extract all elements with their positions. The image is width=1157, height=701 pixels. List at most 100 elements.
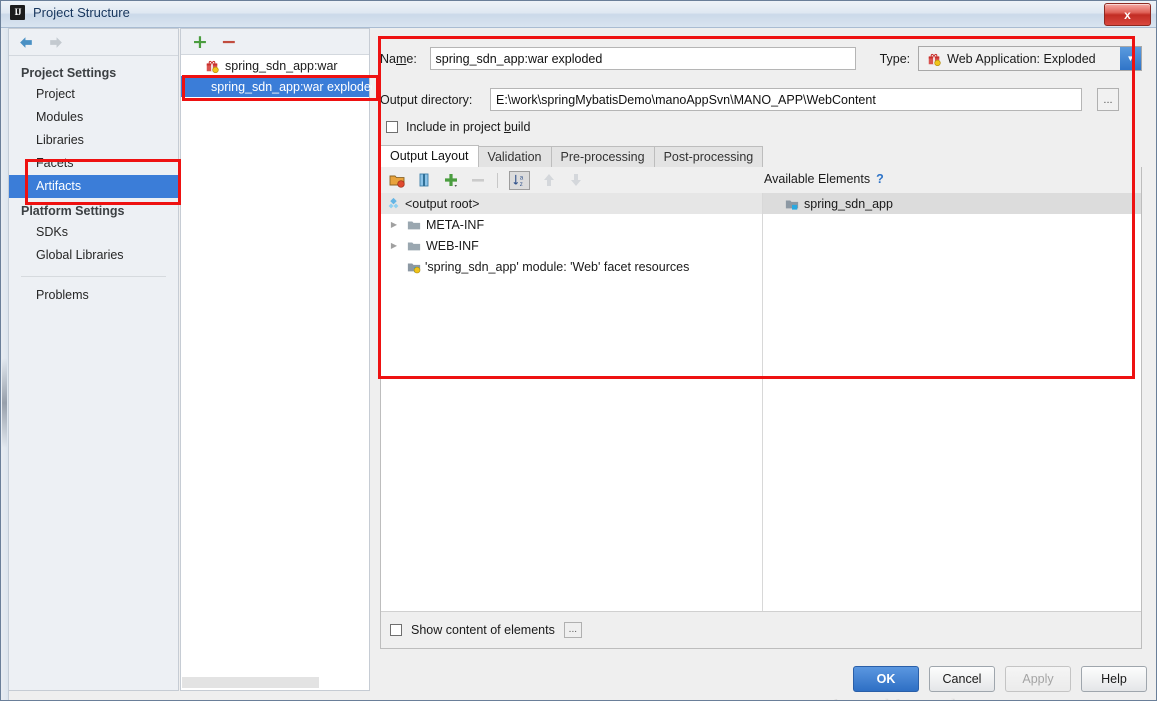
- tree-row-label: spring_sdn_app: [804, 196, 893, 211]
- output-directory-row: Output directory: E:\work\springMybatisD…: [380, 88, 1142, 111]
- chevron-right-icon[interactable]: ▶: [387, 241, 401, 250]
- intellij-idea-icon: IJ: [10, 5, 25, 20]
- show-content-label: Show content of elements: [411, 623, 555, 637]
- splitter-grip: [2, 358, 7, 448]
- detail-tabs: Output Layout Validation Pre-processing …: [380, 145, 764, 167]
- tree-row-label: 'spring_sdn_app' module: 'Web' facet res…: [425, 259, 690, 274]
- sidebar-item-project[interactable]: Project: [9, 83, 178, 106]
- show-content-options-button[interactable]: ...: [563, 622, 582, 638]
- sidebar-group-project-settings: Project Settings: [21, 66, 117, 80]
- artifact-type-combobox[interactable]: Web Application: Exploded ▼: [918, 46, 1143, 71]
- sidebar-item-sdks[interactable]: SDKs: [9, 221, 178, 244]
- output-root-icon: [388, 197, 399, 209]
- tab-body-wrap: a z Available Elements ? <output root> ▶…: [380, 167, 1142, 649]
- artifacts-list-panel: + − spring_sdn_app:war spring_sdn_app:wa…: [180, 28, 378, 691]
- folder-icon: [407, 242, 421, 250]
- output-layout-tab-body: a z Available Elements ? <output root> ▶…: [380, 167, 1142, 649]
- layout-panes: <output root> ▶ META-INF ▶ WEB-INF 'spri…: [381, 193, 1141, 648]
- dialog-content: Project Settings Project Modules Librari…: [1, 28, 1156, 700]
- web-application-exploded-icon: [928, 53, 941, 66]
- svg-text:z: z: [520, 181, 523, 188]
- ok-button[interactable]: OK: [853, 666, 919, 692]
- list-item-label: spring_sdn_app:war exploded: [211, 79, 378, 94]
- artifact-type-value: Web Application: Exploded: [947, 51, 1096, 66]
- title-bar-left: IJ Project Structure: [10, 5, 130, 20]
- chevron-right-icon[interactable]: ▶: [387, 220, 401, 229]
- artifact-name-input[interactable]: spring_sdn_app:war exploded: [429, 47, 856, 70]
- artifacts-horizontal-scrollbar[interactable]: [182, 676, 319, 689]
- browse-directory-button[interactable]: ...: [1097, 88, 1119, 111]
- sidebar-nav-bar: [9, 29, 178, 56]
- tab-pre-processing[interactable]: Pre-processing: [550, 146, 655, 167]
- settings-sidebar: Project Settings Project Modules Librari…: [9, 28, 179, 691]
- output-root-tree: <output root> ▶ META-INF ▶ WEB-INF 'spri…: [381, 193, 763, 648]
- sidebar-group-platform-settings: Platform Settings: [21, 204, 125, 218]
- window-title: Project Structure: [33, 5, 130, 20]
- toolbar-separator: [497, 172, 498, 188]
- name-row: Name: spring_sdn_app:war exploded Type: …: [380, 46, 1143, 71]
- title-bar: IJ Project Structure x: [1, 1, 1156, 28]
- apply-button: Apply: [1005, 666, 1071, 692]
- create-archive-icon[interactable]: [416, 172, 432, 188]
- sidebar-divider: [21, 276, 166, 277]
- tree-row-label: <output root>: [405, 196, 480, 211]
- scrollbar-thumb[interactable]: [182, 677, 319, 688]
- tree-row[interactable]: ▶ WEB-INF: [381, 235, 762, 256]
- help-button[interactable]: Help: [1081, 666, 1147, 692]
- list-item-label: spring_sdn_app:war: [225, 58, 338, 73]
- add-artifact-icon[interactable]: +: [192, 32, 208, 51]
- sort-alphabetically-icon[interactable]: a z: [509, 170, 530, 190]
- sidebar-item-libraries[interactable]: Libraries: [9, 129, 178, 152]
- forward-arrow-icon: [50, 36, 62, 48]
- output-directory-label: Output directory:: [380, 92, 473, 107]
- close-icon[interactable]: x: [1104, 3, 1151, 26]
- show-content-checkbox[interactable]: [390, 624, 402, 636]
- show-content-bar: Show content of elements ...: [381, 611, 1141, 648]
- create-directory-icon[interactable]: [389, 172, 405, 188]
- dialog-button-bar: OK Cancel Apply Help: [853, 666, 1147, 692]
- artifact-detail-panel: Name: spring_sdn_app:war exploded Type: …: [372, 28, 1147, 691]
- artifact-type-value-wrap: Web Application: Exploded: [919, 47, 1121, 70]
- war-artifact-icon: [206, 60, 219, 73]
- move-down-icon: [571, 174, 581, 186]
- list-item[interactable]: spring_sdn_app:war exploded: [181, 76, 378, 97]
- tab-post-processing[interactable]: Post-processing: [653, 146, 764, 167]
- tree-row[interactable]: ▶ META-INF: [381, 214, 762, 235]
- module-icon: [785, 200, 799, 210]
- module-facet-icon: [407, 263, 421, 273]
- back-arrow-icon[interactable]: [18, 35, 35, 50]
- tree-row[interactable]: 'spring_sdn_app' module: 'Web' facet res…: [381, 256, 762, 277]
- artifacts-toolbar: + −: [181, 29, 369, 55]
- tree-row-label: WEB-INF: [426, 238, 479, 253]
- sidebar-item-global-libraries[interactable]: Global Libraries: [9, 244, 178, 267]
- left-edge-splitter[interactable]: [1, 28, 9, 700]
- help-question-icon[interactable]: ?: [876, 172, 884, 186]
- available-elements-header: Available Elements ?: [764, 172, 884, 186]
- output-directory-input[interactable]: E:\work\springMybatisDemo\manoAppSvn\MAN…: [490, 88, 1082, 111]
- sidebar-item-problems[interactable]: Problems: [9, 284, 178, 307]
- project-structure-dialog: IJ Project Structure x Project Settings …: [0, 0, 1157, 701]
- tab-output-layout[interactable]: Output Layout: [380, 145, 479, 167]
- tree-row[interactable]: <output root>: [381, 193, 762, 214]
- add-copy-of-icon[interactable]: [443, 172, 459, 188]
- sidebar-item-artifacts[interactable]: Artifacts: [9, 175, 178, 198]
- remove-icon: [472, 179, 484, 182]
- list-item[interactable]: spring_sdn_app:war: [181, 55, 369, 76]
- tree-row[interactable]: spring_sdn_app: [763, 193, 1141, 214]
- tab-validation[interactable]: Validation: [477, 146, 552, 167]
- remove-artifact-icon[interactable]: −: [221, 32, 237, 51]
- output-layout-toolbar: a z Available Elements ?: [381, 167, 1141, 194]
- cancel-button[interactable]: Cancel: [929, 666, 995, 692]
- include-in-build-row: Include in project build: [386, 120, 530, 134]
- include-in-build-label: Include in project build: [406, 120, 531, 134]
- available-elements-tree: spring_sdn_app: [763, 193, 1141, 648]
- include-in-build-checkbox[interactable]: [386, 121, 398, 133]
- sidebar-item-facets[interactable]: Facets: [9, 152, 178, 175]
- available-elements-title: Available Elements: [764, 172, 871, 186]
- name-label: Name:: [380, 51, 417, 66]
- type-label: Type:: [879, 51, 911, 66]
- watermark-text: http://blog.csdn.net/u013727594: [834, 696, 1110, 700]
- sidebar-item-modules[interactable]: Modules: [9, 106, 178, 129]
- move-up-icon: [544, 174, 554, 186]
- chevron-down-icon[interactable]: ▼: [1120, 47, 1142, 70]
